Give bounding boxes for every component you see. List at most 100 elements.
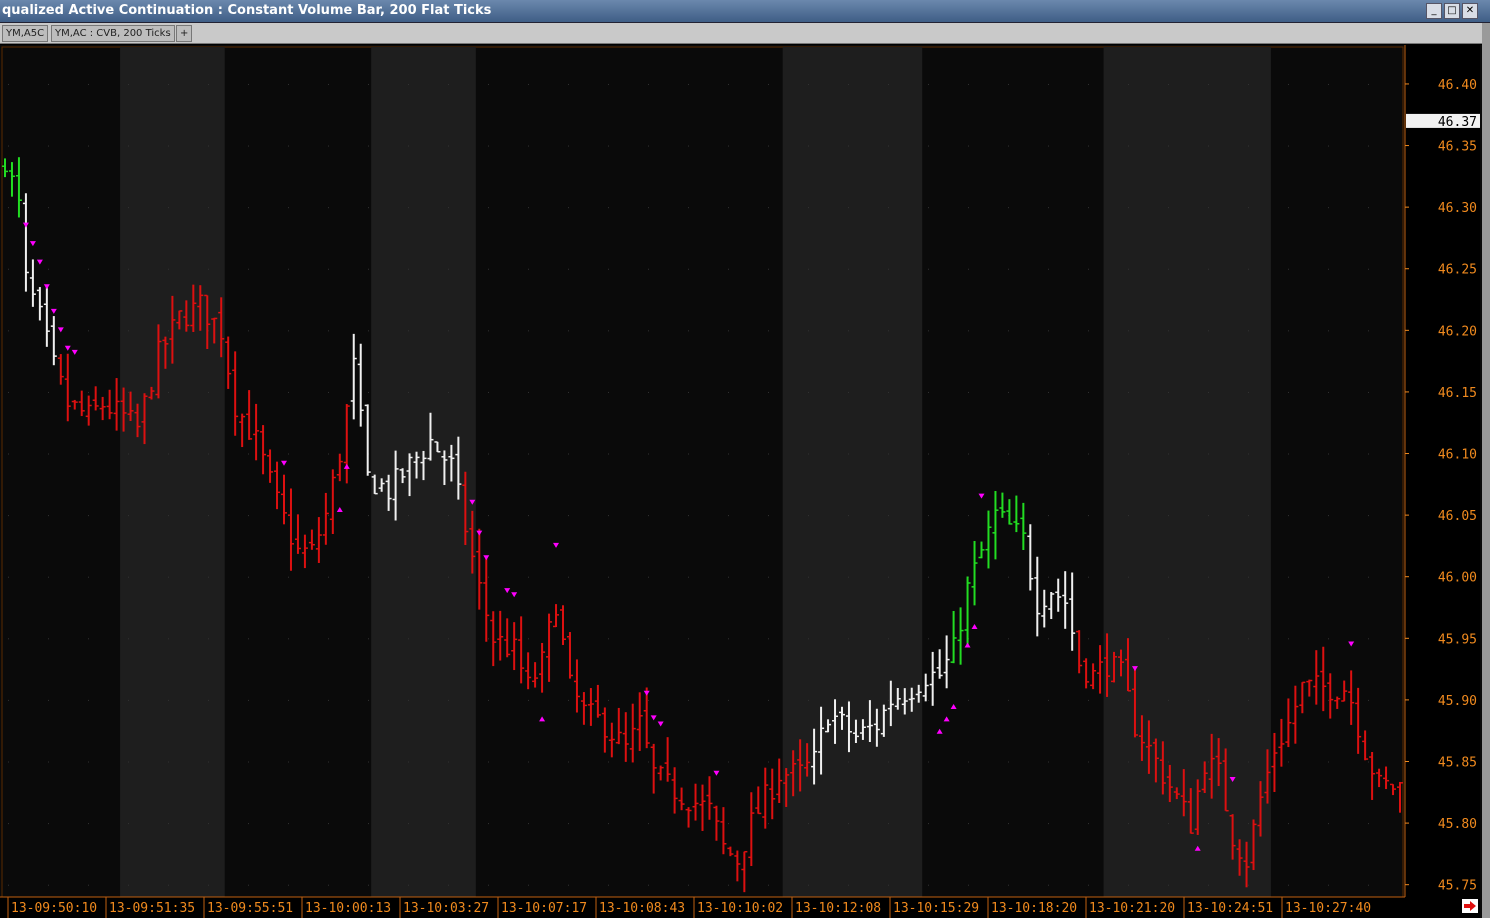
grid-dot bbox=[608, 268, 609, 270]
add-tab-button[interactable]: + bbox=[176, 25, 193, 42]
grid-dot bbox=[168, 576, 169, 578]
grid-dot bbox=[768, 268, 769, 270]
grid-dot bbox=[1048, 391, 1049, 393]
grid-dot bbox=[8, 576, 9, 578]
grid-dot bbox=[1248, 83, 1249, 85]
grid-dot bbox=[208, 638, 209, 640]
grid-dot bbox=[728, 145, 729, 147]
grid-dot bbox=[88, 453, 89, 455]
grid-dot bbox=[928, 330, 929, 332]
grid-dot bbox=[288, 453, 289, 455]
grid-dot bbox=[1128, 699, 1129, 701]
grid-dot bbox=[1248, 576, 1249, 578]
arrow-right-icon[interactable] bbox=[1462, 899, 1478, 913]
grid-dot bbox=[248, 330, 249, 332]
close-button[interactable]: ✕ bbox=[1462, 3, 1478, 19]
grid-dot bbox=[968, 83, 969, 85]
grid-dot bbox=[1128, 330, 1129, 332]
grid-dot bbox=[368, 884, 369, 886]
grid-dot bbox=[1368, 699, 1369, 701]
grid-dot bbox=[1008, 268, 1009, 270]
time-tick-label: 13-09:51:35 bbox=[109, 901, 195, 916]
grid-dot bbox=[1328, 268, 1329, 270]
grid-dot bbox=[1048, 761, 1049, 763]
grid-dot bbox=[488, 268, 489, 270]
grid-dot bbox=[1088, 884, 1089, 886]
grid-dot bbox=[608, 761, 609, 763]
grid-dot bbox=[1368, 145, 1369, 147]
grid-dot bbox=[728, 638, 729, 640]
maximize-button[interactable]: □ bbox=[1444, 3, 1460, 19]
grid-dot bbox=[288, 576, 289, 578]
grid-dot bbox=[168, 823, 169, 825]
tab-ym-a5c[interactable]: YM,A5C bbox=[2, 25, 49, 42]
grid-dot bbox=[1288, 268, 1289, 270]
grid-dot bbox=[1088, 330, 1089, 332]
grid-dot bbox=[768, 83, 769, 85]
grid-dot bbox=[88, 207, 89, 209]
grid-dot bbox=[1328, 576, 1329, 578]
grid-dot bbox=[648, 268, 649, 270]
time-tick-label: 13-09:55:51 bbox=[207, 901, 293, 916]
grid-dot bbox=[1288, 761, 1289, 763]
grid-dot bbox=[1328, 638, 1329, 640]
grid-dot bbox=[88, 823, 89, 825]
grid-dot bbox=[488, 453, 489, 455]
tab-ym-ac-cvb[interactable]: YM,AC : CVB, 200 Ticks bbox=[51, 25, 175, 42]
grid-dot bbox=[288, 83, 289, 85]
grid-dot bbox=[968, 699, 969, 701]
grid-dot bbox=[1208, 761, 1209, 763]
grid-dot bbox=[128, 145, 129, 147]
grid-dot bbox=[448, 145, 449, 147]
grid-dot bbox=[248, 207, 249, 209]
grid-dot bbox=[1168, 576, 1169, 578]
grid-dot bbox=[1008, 823, 1009, 825]
grid-dot bbox=[328, 391, 329, 393]
grid-dot bbox=[328, 761, 329, 763]
grid-dot bbox=[1088, 391, 1089, 393]
grid-dot bbox=[688, 761, 689, 763]
grid-dot bbox=[1248, 823, 1249, 825]
time-tick-label: 13-09:50:10 bbox=[11, 901, 97, 916]
grid-dot bbox=[8, 699, 9, 701]
grid-dot bbox=[1168, 699, 1169, 701]
grid-dot bbox=[48, 823, 49, 825]
grid-dot bbox=[968, 823, 969, 825]
grid-dot bbox=[88, 699, 89, 701]
grid-dot bbox=[648, 207, 649, 209]
grid-dot bbox=[888, 145, 889, 147]
current-price-label: 46.37 bbox=[1438, 115, 1477, 130]
grid-dot bbox=[688, 330, 689, 332]
grid-dot bbox=[448, 699, 449, 701]
grid-dot bbox=[128, 823, 129, 825]
grid-dot bbox=[1168, 268, 1169, 270]
grid-dot bbox=[1208, 391, 1209, 393]
session-band bbox=[120, 47, 225, 897]
grid-dot bbox=[88, 330, 89, 332]
grid-dot bbox=[528, 453, 529, 455]
grid-dot bbox=[1088, 453, 1089, 455]
price-chart[interactable]: 46.40 46.35 46.30 46.25 46.20 46.15 46.10 46.05… bbox=[0, 45, 1482, 918]
minimize-button[interactable]: _ bbox=[1426, 3, 1442, 19]
grid-dot bbox=[1328, 515, 1329, 517]
price-axis: 46.40 46.35 46.30 46.25 46.20 46.15 46.10 46.05… bbox=[1404, 45, 1480, 897]
grid-dot bbox=[8, 884, 9, 886]
grid-dot bbox=[248, 515, 249, 517]
grid-dot bbox=[648, 515, 649, 517]
grid-dot bbox=[928, 761, 929, 763]
grid-dot bbox=[768, 330, 769, 332]
grid-dot bbox=[1208, 515, 1209, 517]
grid-dot bbox=[1128, 823, 1129, 825]
grid-dot bbox=[248, 699, 249, 701]
grid-dot bbox=[1128, 515, 1129, 517]
grid-dot bbox=[288, 145, 289, 147]
grid-dot bbox=[168, 453, 169, 455]
grid-dot bbox=[928, 83, 929, 85]
grid-dot bbox=[888, 268, 889, 270]
grid-dot bbox=[528, 576, 529, 578]
grid-dot bbox=[448, 638, 449, 640]
grid-dot bbox=[1368, 576, 1369, 578]
grid-dot bbox=[528, 145, 529, 147]
grid-dot bbox=[1008, 83, 1009, 85]
grid-dot bbox=[728, 83, 729, 85]
